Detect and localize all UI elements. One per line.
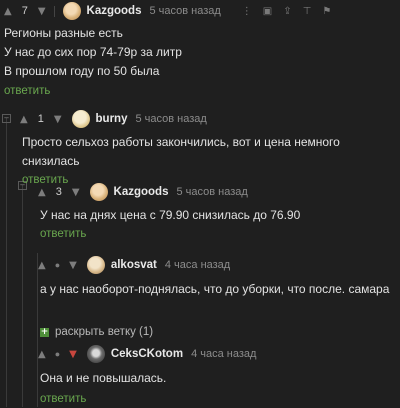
comment-author[interactable]: alkosvat [111, 259, 157, 271]
comment-author[interactable]: Kazgoods [114, 186, 169, 198]
comment-time[interactable]: 5 часов назад [149, 5, 220, 17]
comment: ▲ ● ▼ alkosvat 4 часа назад а у нас наоб… [38, 254, 400, 299]
vote-controls: ▲ 1 ▼ [20, 113, 62, 125]
comment-header: ▲ 1 ▼ burny 5 часов назад [20, 108, 400, 130]
thread-line [22, 185, 23, 407]
vote-controls: ▲ 7 ▼ [4, 5, 63, 17]
comment-line: Она и не повышалась. [40, 371, 167, 385]
avatar[interactable] [86, 345, 105, 363]
vote-controls: ▲ ● ▼ [38, 349, 77, 360]
comment-time[interactable]: 5 часов назад [176, 186, 247, 198]
link-icon[interactable]: ⋮ [242, 6, 252, 17]
comment-line: Просто сельхоз работы закончились, вот и… [22, 135, 340, 168]
vote-controls: ▲ 3 ▼ [38, 186, 80, 198]
comment-text: а у нас наоборот-поднялась, что до уборк… [40, 280, 400, 299]
comment-header: ▲ ● ▼ alkosvat 4 часа назад [38, 254, 400, 276]
comment-tools: ⋮ ▣ ⇪ ⊤ ⚑ [231, 6, 332, 17]
comment-author[interactable]: burny [96, 113, 128, 125]
comment-author[interactable]: Kazgoods [87, 5, 142, 17]
comment: ▲ 7 ▼ Kazgoods 5 часов назад ⋮ ▣ ⇪ ⊤ ⚑ Р… [4, 0, 400, 100]
plus-icon: + [40, 326, 49, 337]
divider [53, 5, 55, 17]
comment-time[interactable]: 5 часов назад [135, 113, 206, 125]
upvote-icon[interactable]: ▲ [4, 6, 12, 17]
flag-icon[interactable]: ⚑ [322, 6, 331, 17]
downvote-icon[interactable]: ▼ [54, 114, 62, 125]
reply-link[interactable]: ответить [40, 390, 400, 408]
comment-header: ▲ 3 ▼ Kazgoods 5 часов назад [38, 181, 400, 203]
vote-dot-icon: ● [54, 349, 61, 359]
upvote-icon[interactable]: ▲ [20, 114, 28, 125]
comment-text: Регионы разные есть У нас до сих пор 74-… [4, 24, 400, 81]
downvote-icon[interactable]: ▼ [72, 187, 80, 198]
vote-count: 3 [55, 186, 62, 198]
comment-time[interactable]: 4 часа назад [165, 259, 230, 271]
comment: ▲ ● ▼ CeksCKotom 4 часа назад Она и не п… [38, 343, 400, 408]
expand-branch-button[interactable]: + раскрыть ветку (1) [40, 326, 153, 338]
reply-link[interactable]: ответить [4, 82, 400, 100]
upvote-icon[interactable]: ▲ [38, 349, 46, 360]
avatar[interactable] [62, 2, 81, 20]
expand-branch-label: раскрыть ветку (1) [55, 326, 154, 338]
avatar[interactable] [86, 256, 105, 274]
comment-line: Регионы разные есть [4, 26, 123, 40]
upvote-icon[interactable]: ▲ [38, 260, 46, 271]
comment-text: Она и не повышалась. [40, 369, 400, 388]
vote-controls: ▲ ● ▼ [38, 260, 77, 271]
comment-line: В прошлом году по 50 была [4, 64, 160, 78]
comment-line: У нас на днях цена с 79.90 снизилась до … [40, 208, 301, 222]
vote-count: 1 [37, 113, 44, 125]
vote-dot-icon: ● [54, 260, 61, 270]
comment: ▲ 3 ▼ Kazgoods 5 часов назад У нас на дн… [38, 181, 400, 243]
avatar[interactable] [89, 183, 108, 201]
upvote-icon[interactable]: ▲ [38, 187, 46, 198]
collapse-thread-button[interactable]: − [2, 114, 11, 123]
vote-count: 7 [21, 5, 28, 17]
comment-header: ▲ ● ▼ CeksCKotom 4 часа назад [38, 343, 400, 365]
downvote-icon[interactable]: ▼ [38, 6, 46, 17]
comment-line: У нас до сих пор 74-79р за литр [4, 45, 182, 59]
reply-link[interactable]: ответить [40, 225, 400, 243]
downvote-icon[interactable]: ▼ [69, 349, 77, 360]
share-icon[interactable]: ⇪ [283, 6, 291, 17]
pin-icon[interactable]: ⊤ [303, 6, 312, 17]
downvote-icon[interactable]: ▼ [69, 260, 77, 271]
comment-line: а у нас наоборот-поднялась, что до уборк… [40, 282, 390, 296]
comment-header: ▲ 7 ▼ Kazgoods 5 часов назад ⋮ ▣ ⇪ ⊤ ⚑ [4, 0, 400, 22]
comment-author[interactable]: CeksCKotom [111, 348, 183, 360]
comment-text: Просто сельхоз работы закончились, вот и… [22, 133, 400, 171]
comment-text: У нас на днях цена с 79.90 снизилась до … [40, 206, 400, 225]
save-icon[interactable]: ▣ [263, 6, 272, 17]
comment: ▲ 1 ▼ burny 5 часов назад Просто сельхоз… [20, 108, 400, 189]
thread-line [6, 118, 7, 407]
avatar[interactable] [71, 110, 90, 128]
comment-time[interactable]: 4 часа назад [191, 348, 256, 360]
